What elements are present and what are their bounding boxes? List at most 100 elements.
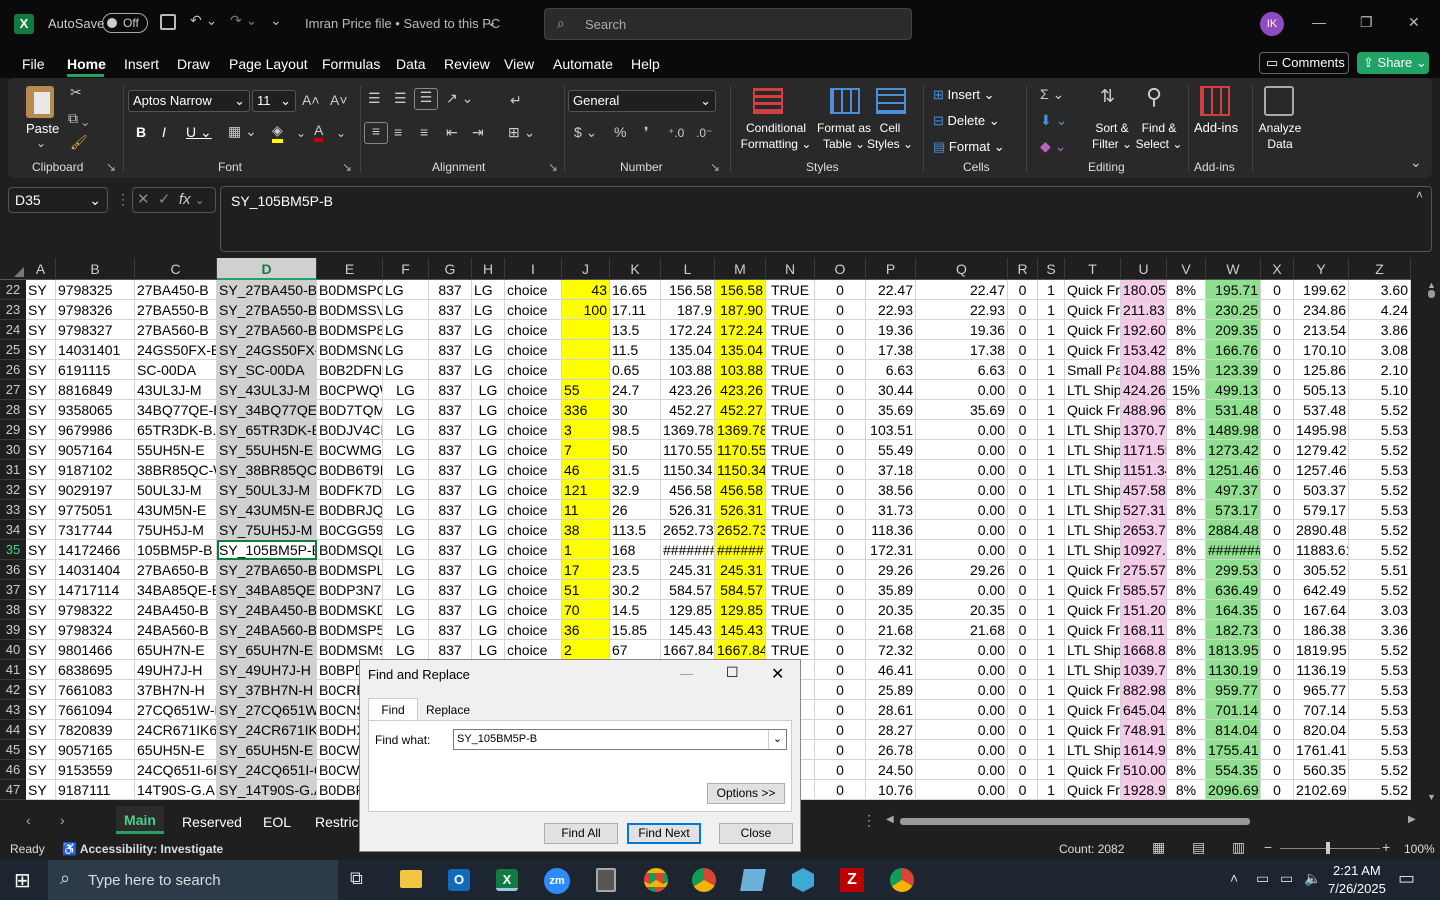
cell[interactable]: B0DMSP52 — [317, 620, 383, 640]
align-left-icon[interactable]: ≡ — [364, 122, 388, 144]
cell[interactable]: B0DMSPC0 — [317, 280, 383, 300]
cell[interactable]: 0 — [815, 440, 866, 460]
cell[interactable]: 168 — [610, 540, 661, 560]
cell[interactable]: 32.9 — [610, 480, 661, 500]
cell[interactable]: TRUE — [766, 520, 815, 540]
cell[interactable]: LG — [383, 380, 429, 400]
cell[interactable]: 38BR85QC-W — [135, 460, 217, 480]
cell[interactable]: 36 — [562, 620, 610, 640]
cell[interactable]: choice — [505, 640, 562, 660]
cell[interactable]: LG — [472, 640, 505, 660]
cell[interactable]: 170.10 — [1294, 340, 1349, 360]
cell[interactable]: SY — [26, 560, 56, 580]
column-header[interactable]: T — [1065, 258, 1121, 280]
cell[interactable]: 8% — [1167, 580, 1206, 600]
autosum-icon[interactable]: Σ ⌄ — [1040, 86, 1064, 103]
cell[interactable]: 0 — [1008, 380, 1038, 400]
cell[interactable]: 0 — [1261, 740, 1294, 760]
column-header[interactable]: M — [715, 258, 766, 280]
cell[interactable]: 1 — [1038, 780, 1065, 800]
cell[interactable]: choice — [505, 540, 562, 560]
cell[interactable]: 38 — [562, 520, 610, 540]
cell[interactable]: 0 — [1008, 640, 1038, 660]
cell[interactable]: 28.61 — [866, 700, 916, 720]
cell[interactable]: 837 — [429, 280, 472, 300]
increase-decimal-icon[interactable]: ⁺.0 — [668, 126, 684, 140]
cell[interactable]: SY_65UH7N-E — [217, 640, 317, 660]
cell[interactable]: Quick Fr — [1065, 300, 1121, 320]
cell[interactable]: TRUE — [766, 500, 815, 520]
cell[interactable]: 1 — [1038, 480, 1065, 500]
cell[interactable]: SY — [26, 480, 56, 500]
cell[interactable]: SY — [26, 580, 56, 600]
cell[interactable]: LTL Ship — [1065, 480, 1121, 500]
cell[interactable]: 0.00 — [916, 520, 1008, 540]
comments-button[interactable]: ▭ Comments — [1259, 52, 1349, 74]
cell[interactable]: 1 — [1038, 660, 1065, 680]
cell[interactable]: 336 — [562, 400, 610, 420]
share-button[interactable]: ⇪ Share ⌄ — [1357, 52, 1429, 74]
cell[interactable]: choice — [505, 500, 562, 520]
cell[interactable]: 837 — [429, 360, 472, 380]
cell[interactable]: 234.86 — [1294, 300, 1349, 320]
percent-icon[interactable]: % — [614, 124, 626, 140]
cell[interactable]: 118.36 — [866, 520, 916, 540]
cell[interactable]: 837 — [429, 480, 472, 500]
cell[interactable]: LG — [472, 580, 505, 600]
cell[interactable]: 24GS50FX-B — [135, 340, 217, 360]
column-header[interactable]: Z — [1349, 258, 1411, 280]
merge-center-icon[interactable]: ⊞ ⌄ — [508, 124, 535, 141]
cell[interactable]: 0 — [1261, 380, 1294, 400]
column-header[interactable]: N — [766, 258, 815, 280]
file-name[interactable]: Imran Price file • Saved to this PC — [305, 16, 500, 31]
more-icon[interactable]: ⋮ — [116, 191, 130, 208]
cell[interactable]: 0 — [1008, 340, 1038, 360]
cell[interactable]: 153.42 — [1121, 340, 1167, 360]
cell[interactable]: 527.31 — [1121, 500, 1167, 520]
cell[interactable]: 75UH5J-M — [135, 520, 217, 540]
cell[interactable]: 3.03 — [1349, 600, 1411, 620]
format-as-table-icon[interactable] — [830, 88, 860, 114]
cell[interactable]: 168.11 — [1121, 620, 1167, 640]
column-header[interactable]: V — [1167, 258, 1206, 280]
number-format-select[interactable]: General ⌄ — [568, 90, 716, 112]
cell[interactable]: 27BA560-B — [135, 320, 217, 340]
cell[interactable]: 814.04 — [1206, 720, 1261, 740]
autosave-toggle[interactable]: Off — [102, 13, 148, 33]
cell[interactable]: 123.39 — [1206, 360, 1261, 380]
sort-filter-button[interactable]: Sort & Filter ⌄ — [1088, 120, 1136, 152]
cell[interactable]: 585.57 — [1121, 580, 1167, 600]
cell[interactable]: SY — [26, 740, 56, 760]
zoom-out-icon[interactable]: − — [1264, 839, 1272, 855]
cell[interactable]: 35.89 — [866, 580, 916, 600]
cell[interactable]: 49UH7J-H — [135, 660, 217, 680]
cell[interactable]: SY_27CQ651W-E — [217, 700, 317, 720]
cell[interactable]: 0 — [1008, 560, 1038, 580]
page-layout-view-icon[interactable]: ▤ — [1192, 839, 1205, 856]
cell[interactable]: 186.38 — [1294, 620, 1349, 640]
cell[interactable]: 8% — [1167, 600, 1206, 620]
cell[interactable]: LG — [383, 480, 429, 500]
cell[interactable]: 5.53 — [1349, 700, 1411, 720]
cell[interactable]: 103.51 — [866, 420, 916, 440]
cell[interactable]: TRUE — [766, 280, 815, 300]
cell[interactable]: 1 — [1038, 680, 1065, 700]
cell[interactable]: 0 — [1008, 740, 1038, 760]
cell[interactable]: 2884.48 — [1206, 520, 1261, 540]
cell[interactable]: 0.65 — [610, 360, 661, 380]
cell[interactable]: SY_75UH5J-M — [217, 520, 317, 540]
cell[interactable]: SY_24CQ651I-6P — [217, 760, 317, 780]
cell[interactable]: 129.85 — [661, 600, 715, 620]
cell[interactable]: Quick Fr — [1065, 280, 1121, 300]
cell[interactable]: 5.52 — [1349, 760, 1411, 780]
cell[interactable]: 14T90S-G.AP — [135, 780, 217, 800]
sheet-tab-main[interactable]: Main — [116, 806, 164, 834]
cell[interactable]: LG — [472, 420, 505, 440]
cell[interactable]: 9798326 — [56, 300, 135, 320]
close-button[interactable]: Close — [719, 823, 793, 844]
cell[interactable]: 5.52 — [1349, 520, 1411, 540]
zoom-level[interactable]: 100% — [1404, 842, 1435, 856]
chevron-down-icon[interactable]: ⌄ — [768, 730, 786, 749]
cell[interactable]: choice — [505, 400, 562, 420]
cell[interactable]: 50 — [610, 440, 661, 460]
